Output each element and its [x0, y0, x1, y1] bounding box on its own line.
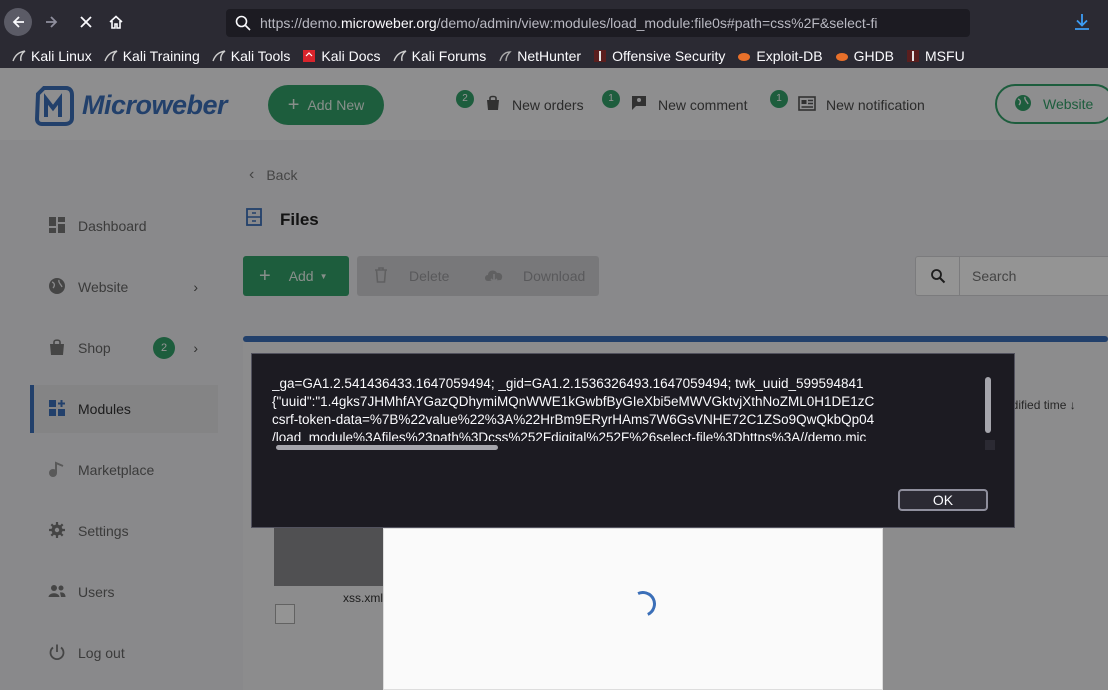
download-icon[interactable] — [1072, 12, 1092, 37]
kali-dragon-icon — [12, 49, 26, 63]
alert-line: {"uuid":"1.4gks7JHMhfAYGazQDhymiMQnWWE1k… — [272, 394, 875, 409]
url-bar[interactable]: https://demo. microweber.org/demo/admin/v… — [226, 9, 970, 37]
url-prefix: https://demo. — [260, 15, 341, 31]
kali-dragon-icon — [392, 49, 407, 63]
kali-dragon-icon — [212, 49, 226, 63]
alert-line: /load_module%3Afiles%23path%3Dcss%252Fdi… — [272, 430, 867, 441]
bookmark-kali-docs[interactable]: Kali Docs — [302, 48, 381, 64]
ok-button[interactable]: OK — [898, 489, 988, 511]
bookmark-kali-training[interactable]: Kali Training — [104, 48, 200, 64]
stop-loading-icon[interactable] — [72, 8, 100, 36]
vertical-scrollbar[interactable] — [985, 377, 991, 433]
bookmark-ghdb[interactable]: GHDB — [835, 48, 894, 64]
bookmark-offensive-security[interactable]: Offensive Security — [593, 48, 725, 64]
bookmark-kali-tools[interactable]: Kali Tools — [212, 48, 290, 64]
bookmark-kali-forums[interactable]: Kali Forums — [392, 48, 486, 64]
url-path: /demo/admin/view:modules/load_module:fil… — [436, 15, 878, 31]
search-icon — [234, 14, 252, 35]
bookmark-nethunter[interactable]: NetHunter — [498, 48, 581, 64]
msfu-icon — [906, 49, 920, 63]
offsec-icon — [593, 49, 607, 63]
back-arrow-icon[interactable] — [4, 8, 32, 36]
exploit-db-icon — [737, 49, 751, 63]
alert-line: _ga=GA1.2.541436433.1647059494; _gid=GA1… — [272, 376, 864, 391]
forward-arrow-icon[interactable] — [38, 8, 66, 36]
url-host: microweber.org — [340, 15, 437, 31]
scroll-corner — [985, 440, 995, 450]
horizontal-scrollbar[interactable] — [276, 445, 498, 450]
alert-message: _ga=GA1.2.541436433.1647059494; _gid=GA1… — [272, 375, 988, 441]
bookmark-msfu[interactable]: MSFU — [906, 48, 965, 64]
browser-toolbar: https://demo. microweber.org/demo/admin/v… — [0, 0, 1108, 44]
ghdb-icon — [835, 49, 849, 63]
alert-line: csrf-token-data=%7B%22value%22%3A%22HrBm… — [272, 412, 875, 427]
bookmarks-toolbar: Kali Linux Kali Training Kali Tools Kali… — [0, 44, 1108, 68]
bookmark-kali-linux[interactable]: Kali Linux — [12, 48, 92, 64]
nethunter-icon — [498, 49, 512, 63]
kali-docs-icon — [302, 49, 316, 63]
bookmark-exploit-db[interactable]: Exploit-DB — [737, 48, 823, 64]
home-icon[interactable] — [102, 8, 130, 36]
alert-dialog: _ga=GA1.2.541436433.1647059494; _gid=GA1… — [251, 353, 1015, 528]
kali-dragon-icon — [104, 49, 118, 63]
